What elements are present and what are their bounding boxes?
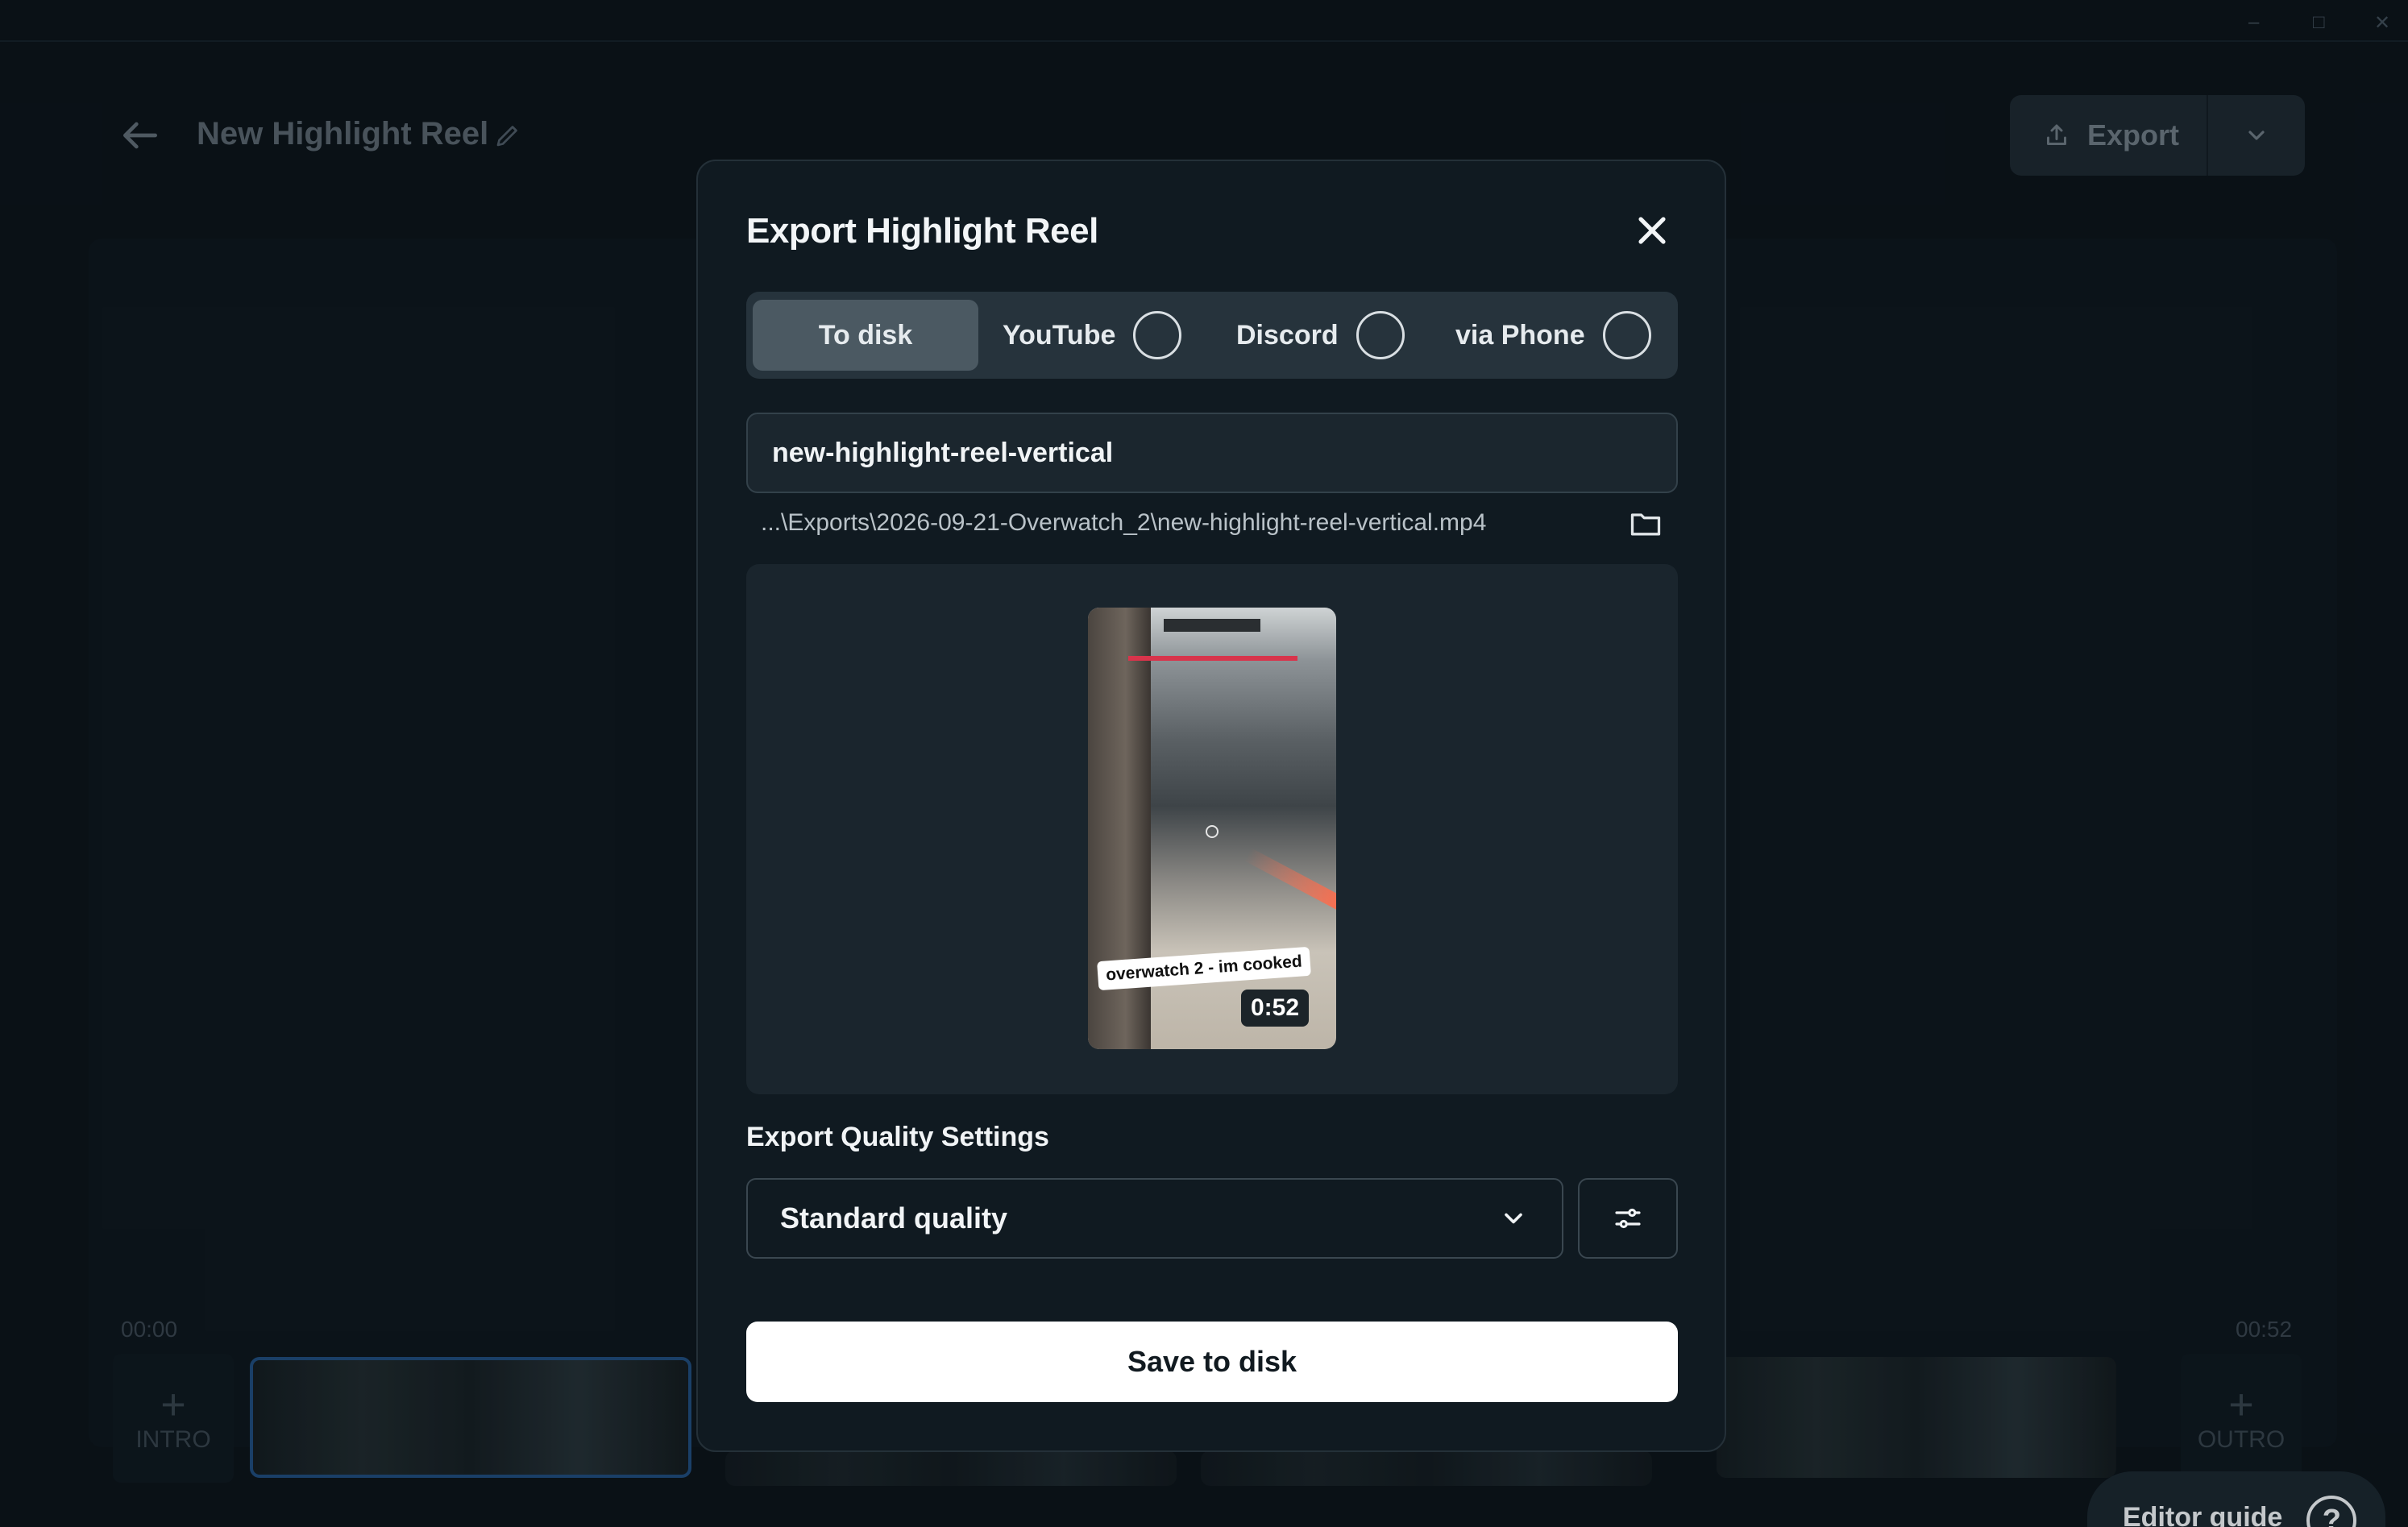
export-file-path: ...\Exports\2026-09-21-Overwatch_2\new-h… xyxy=(761,509,1487,536)
preview-duration: 0:52 xyxy=(1241,990,1310,1027)
tab-label: To disk xyxy=(818,319,913,351)
export-dialog: Export Highlight Reel To disk YouTube Di… xyxy=(696,160,1726,1452)
filename-input[interactable]: new-highlight-reel-vertical xyxy=(746,413,1678,493)
game-health-bar xyxy=(1128,656,1297,661)
choose-folder-button[interactable] xyxy=(1628,506,1663,542)
tab-via-phone[interactable]: via Phone xyxy=(1455,300,1651,371)
export-preview-panel: overwatch 2 - im cooked 0:52 xyxy=(746,564,1678,1094)
sliders-icon xyxy=(1615,1208,1641,1229)
quality-dropdown[interactable]: Standard quality xyxy=(746,1178,1563,1259)
via-phone-radio[interactable] xyxy=(1602,311,1651,359)
close-button[interactable] xyxy=(1630,208,1675,253)
quality-selected-value: Standard quality xyxy=(780,1201,1008,1234)
quality-section-label: Export Quality Settings xyxy=(746,1122,1049,1152)
tab-to-disk[interactable]: To disk xyxy=(753,300,978,371)
tab-discord[interactable]: Discord xyxy=(1236,300,1405,371)
tab-label: YouTube xyxy=(1003,319,1116,351)
tab-label: Discord xyxy=(1236,319,1339,351)
youtube-radio[interactable] xyxy=(1133,311,1182,359)
folder-icon xyxy=(1630,513,1661,536)
game-beam xyxy=(1243,848,1336,914)
save-to-disk-button[interactable]: Save to disk xyxy=(746,1322,1678,1402)
tab-youtube[interactable]: YouTube xyxy=(1003,300,1182,371)
close-icon xyxy=(1638,217,1666,244)
video-preview-thumbnail[interactable]: overwatch 2 - im cooked 0:52 xyxy=(1088,608,1336,1049)
tab-label: via Phone xyxy=(1455,319,1585,351)
export-destination-tabs: To disk YouTube Discord via Phone xyxy=(746,292,1678,379)
crosshair-icon xyxy=(1206,825,1219,838)
quality-settings-button[interactable] xyxy=(1578,1178,1678,1259)
dialog-title: Export Highlight Reel xyxy=(746,211,1098,251)
chevron-down-icon xyxy=(1505,1213,1522,1224)
game-hud xyxy=(1164,619,1260,632)
discord-radio[interactable] xyxy=(1356,311,1405,359)
